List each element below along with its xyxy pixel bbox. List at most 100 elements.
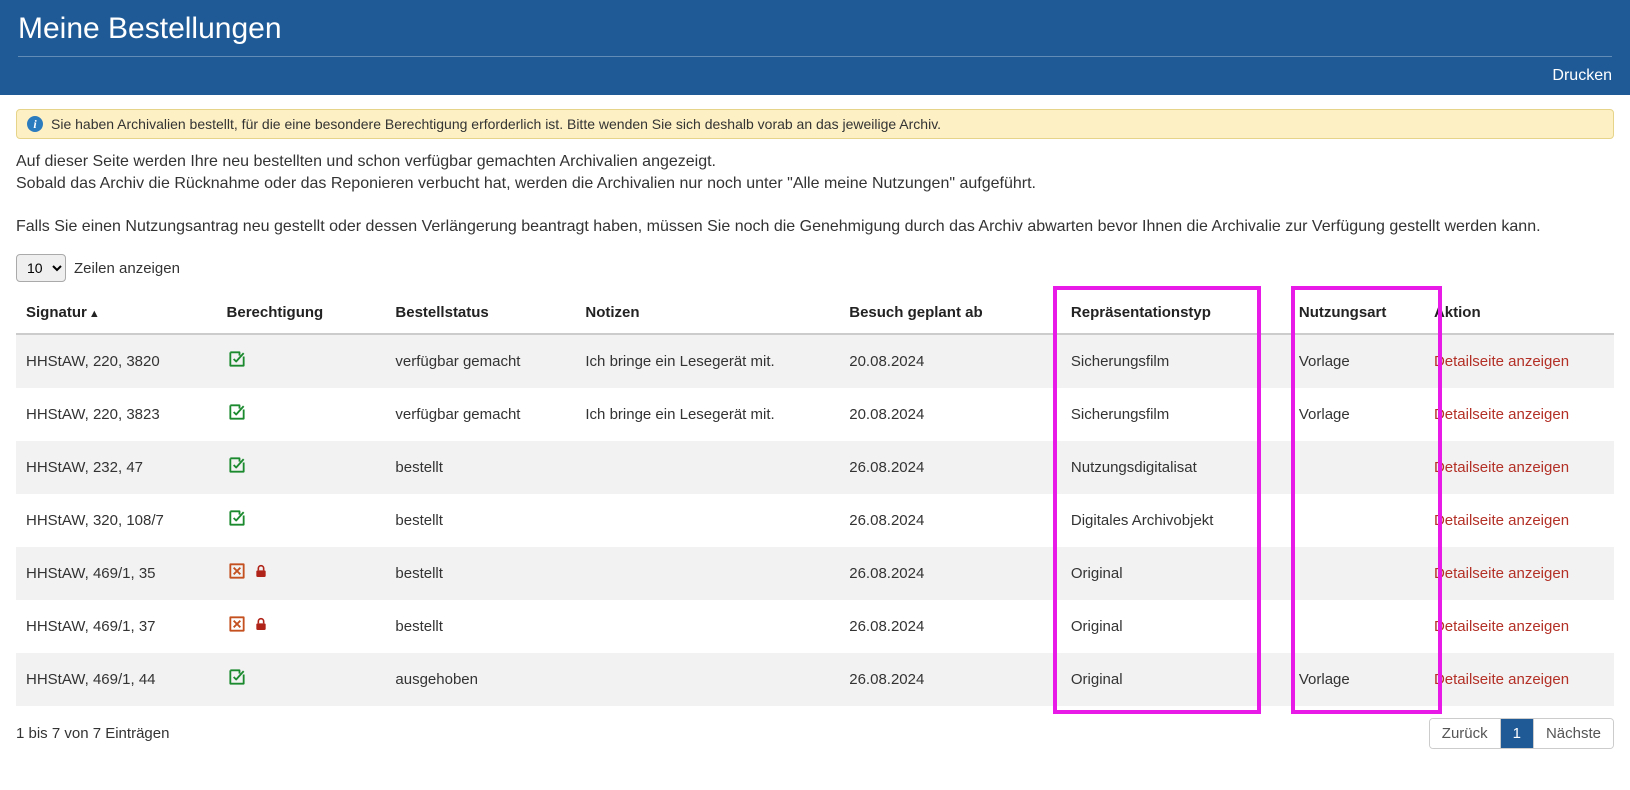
cell-berechtigung [217, 334, 386, 388]
info-icon: i [27, 116, 43, 132]
detail-link[interactable]: Detailseite anzeigen [1434, 671, 1569, 688]
cell-nutzungsart [1289, 441, 1424, 494]
cell-berechtigung [217, 600, 386, 653]
detail-link[interactable]: Detailseite anzeigen [1434, 353, 1569, 370]
cell-aktion: Detailseite anzeigen [1424, 334, 1614, 388]
cell-bestellstatus: bestellt [385, 494, 575, 547]
permission-request-icon [227, 561, 247, 581]
permission-granted-icon [227, 402, 247, 422]
cell-aktion: Detailseite anzeigen [1424, 653, 1614, 706]
cell-reptyp: Digitales Archivobjekt [1061, 494, 1289, 547]
permission-granted-icon [227, 667, 247, 687]
cell-notizen [575, 547, 839, 600]
cell-signatur: HHStAW, 232, 47 [16, 441, 217, 494]
cell-signatur: HHStAW, 220, 3823 [16, 388, 217, 441]
cell-notizen: Ich bringe ein Lesegerät mit. [575, 334, 839, 388]
table-row: HHStAW, 220, 3820 verfügbar gemachtIch br… [16, 334, 1614, 388]
cell-nutzungsart: Vorlage [1289, 653, 1424, 706]
cell-reptyp: Sicherungsfilm [1061, 334, 1289, 388]
cell-berechtigung [217, 441, 386, 494]
cell-reptyp: Original [1061, 547, 1289, 600]
permission-request-icon [227, 614, 247, 634]
cell-notizen [575, 653, 839, 706]
table-row: HHStAW, 320, 108/7bestellt26.08.2024Digi… [16, 494, 1614, 547]
cell-besuch: 26.08.2024 [839, 600, 1061, 653]
detail-link[interactable]: Detailseite anzeigen [1434, 459, 1569, 476]
permission-granted-icon [227, 455, 247, 475]
cell-notizen [575, 441, 839, 494]
cell-berechtigung [217, 388, 386, 441]
detail-link[interactable]: Detailseite anzeigen [1434, 565, 1569, 582]
cell-nutzungsart: Vorlage [1289, 388, 1424, 441]
orders-table: Signatur▲ Berechtigung Bestellstatus Not… [16, 292, 1614, 706]
table-row: HHStAW, 232, 47 bestellt 26.08.2024Nutzung… [16, 441, 1614, 494]
page-title: Meine Bestellungen [18, 8, 1612, 46]
alert-banner: i Sie haben Archivalien bestellt, für di… [16, 109, 1614, 139]
cell-aktion: Detailseite anzeigen [1424, 388, 1614, 441]
cell-bestellstatus: ausgehoben [385, 653, 575, 706]
rows-per-page-label: Zeilen anzeigen [74, 260, 180, 277]
cell-notizen: Ich bringe ein Lesegerät mit. [575, 388, 839, 441]
lock-icon [253, 561, 269, 581]
cell-besuch: 26.08.2024 [839, 547, 1061, 600]
pager: Zurück 1 Nächste [1429, 718, 1614, 749]
cell-signatur: HHStAW, 469/1, 44 [16, 653, 217, 706]
cell-aktion: Detailseite anzeigen [1424, 441, 1614, 494]
cell-signatur: HHStAW, 220, 3820 [16, 334, 217, 388]
rows-per-page-select[interactable]: 10 [16, 254, 66, 282]
lock-icon [253, 614, 269, 634]
intro-text: Auf dieser Seite werden Ihre neu bestell… [16, 153, 1614, 236]
col-bestellstatus[interactable]: Bestellstatus [385, 292, 575, 334]
detail-link[interactable]: Detailseite anzeigen [1434, 512, 1569, 529]
cell-nutzungsart [1289, 547, 1424, 600]
cell-besuch: 26.08.2024 [839, 441, 1061, 494]
cell-besuch: 26.08.2024 [839, 653, 1061, 706]
print-link[interactable]: Drucken [1552, 67, 1612, 84]
table-row: HHStAW, 469/1, 37 bestellt 26.08.2024Origi… [16, 600, 1614, 653]
pager-page-1[interactable]: 1 [1500, 719, 1533, 748]
cell-nutzungsart [1289, 494, 1424, 547]
col-reptyp[interactable]: Repräsentationstyp [1061, 292, 1289, 334]
pager-prev[interactable]: Zurück [1430, 719, 1500, 748]
permission-granted-icon [227, 349, 247, 369]
cell-besuch: 20.08.2024 [839, 334, 1061, 388]
alert-text: Sie haben Archivalien bestellt, für die … [51, 116, 941, 132]
table-row: HHStAW, 469/1, 35bestellt26.08.2024Origi… [16, 547, 1614, 600]
col-signatur[interactable]: Signatur▲ [16, 292, 217, 334]
cell-nutzungsart [1289, 600, 1424, 653]
cell-reptyp: Original [1061, 653, 1289, 706]
cell-nutzungsart: Vorlage [1289, 334, 1424, 388]
col-nutzungsart[interactable]: Nutzungsart [1289, 292, 1424, 334]
cell-bestellstatus: bestellt [385, 600, 575, 653]
cell-besuch: 20.08.2024 [839, 388, 1061, 441]
intro-p1: Auf dieser Seite werden Ihre neu bestell… [16, 153, 1614, 171]
permission-granted-icon [227, 508, 247, 528]
pager-next[interactable]: Nächste [1533, 719, 1613, 748]
cell-berechtigung [217, 547, 386, 600]
cell-berechtigung [217, 494, 386, 547]
col-berechtigung[interactable]: Berechtigung [217, 292, 386, 334]
cell-besuch: 26.08.2024 [839, 494, 1061, 547]
sort-asc-icon: ▲ [89, 308, 100, 320]
cell-bestellstatus: bestellt [385, 441, 575, 494]
cell-bestellstatus: verfügbar gemacht [385, 388, 575, 441]
cell-berechtigung [217, 653, 386, 706]
cell-aktion: Detailseite anzeigen [1424, 494, 1614, 547]
cell-aktion: Detailseite anzeigen [1424, 547, 1614, 600]
cell-notizen [575, 494, 839, 547]
detail-link[interactable]: Detailseite anzeigen [1434, 618, 1569, 635]
intro-p3: Falls Sie einen Nutzungsantrag neu geste… [16, 218, 1614, 236]
cell-bestellstatus: bestellt [385, 547, 575, 600]
intro-p2: Sobald das Archiv die Rücknahme oder das… [16, 175, 1614, 193]
detail-link[interactable]: Detailseite anzeigen [1434, 406, 1569, 423]
col-aktion: Aktion [1424, 292, 1614, 334]
cell-signatur: HHStAW, 469/1, 37 [16, 600, 217, 653]
col-notizen[interactable]: Notizen [575, 292, 839, 334]
cell-reptyp: Nutzungsdigitalisat [1061, 441, 1289, 494]
cell-aktion: Detailseite anzeigen [1424, 600, 1614, 653]
col-besuch[interactable]: Besuch geplant ab [839, 292, 1061, 334]
table-row: HHStAW, 469/1, 44 ausgehoben 26.08.2024Ori… [16, 653, 1614, 706]
table-row: HHStAW, 220, 3823 verfügbar gemachtIch br… [16, 388, 1614, 441]
cell-bestellstatus: verfügbar gemacht [385, 334, 575, 388]
cell-reptyp: Original [1061, 600, 1289, 653]
